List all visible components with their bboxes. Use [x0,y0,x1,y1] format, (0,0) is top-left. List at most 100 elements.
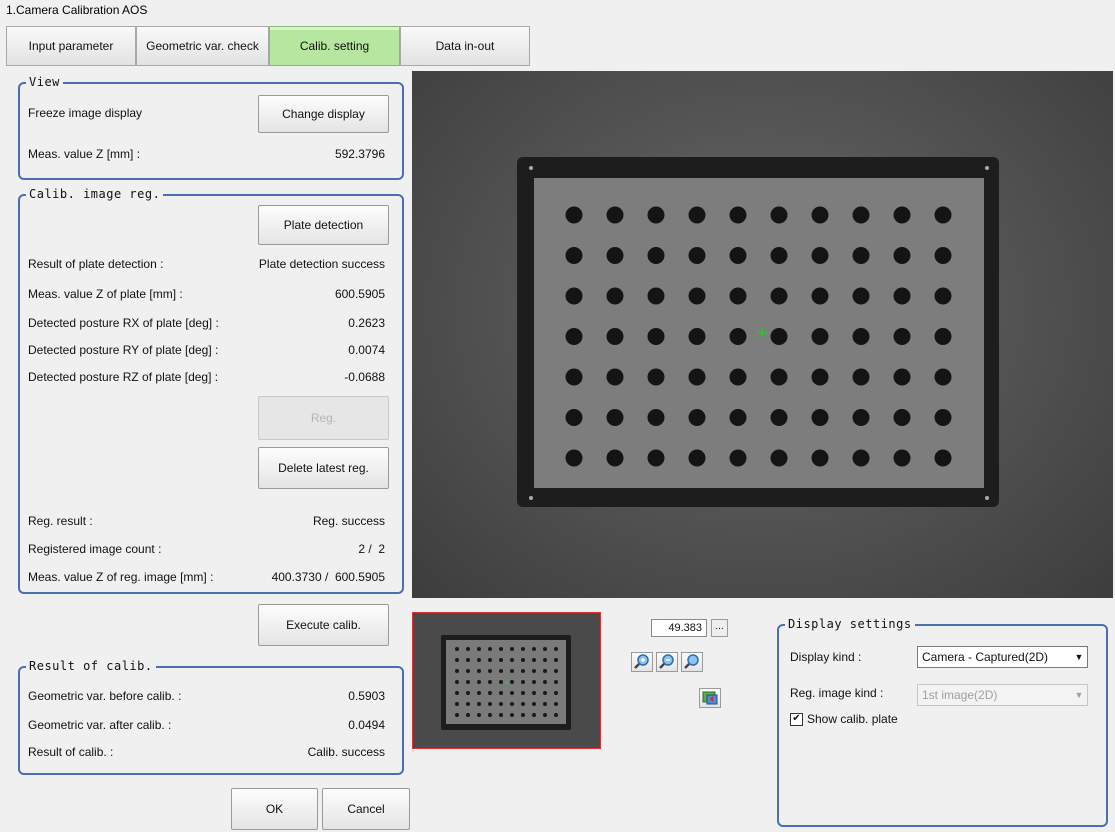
plate-dot [770,409,788,426]
posture-ry-label: Detected posture RY of plate [deg] : [28,343,219,357]
plate-dot [565,206,583,224]
thumbnail-dot [466,658,470,662]
zoom-in-button[interactable] [631,652,653,672]
plate-dot [647,409,665,426]
calib-result-label: Result of calib. : [28,745,114,759]
tab-input-parameter[interactable]: Input parameter [6,26,136,66]
thumbnail-dot [510,691,514,695]
plate-dot [852,409,870,426]
thumbnail-dot [532,647,536,651]
plate-dot [852,368,870,386]
thumbnail-preview[interactable] [412,612,601,749]
tab-calib-setting[interactable]: Calib. setting [269,26,400,66]
change-display-button[interactable]: Change display [258,95,389,133]
thumbnail-dot [455,702,459,706]
thumbnail-dot [532,658,536,662]
thumbnail-dot [477,691,481,695]
plate-dot [893,328,911,345]
plate-dot [729,247,747,264]
thumbnail-dot [499,669,503,673]
thumbnail-dot [499,680,503,684]
plate-detection-button[interactable]: Plate detection [258,205,389,245]
plate-dot [606,287,624,305]
show-calib-plate-label: Show calib. plate [807,712,898,726]
reg-image-z-label: Meas. value Z of reg. image [mm] : [28,570,214,584]
execute-calib-button[interactable]: Execute calib. [258,604,389,646]
calib-image-reg-title: Calib. image reg. [26,187,164,201]
geo-var-before-label: Geometric var. before calib. : [28,689,182,703]
geo-var-before-value: 0.5903 [348,689,385,703]
plate-dot [688,368,706,386]
delete-latest-reg-button[interactable]: Delete latest reg. [258,447,389,489]
posture-rz-value: -0.0688 [344,370,385,384]
plate-dot [770,287,788,305]
plate-dot [852,206,870,224]
calib-image-reg-group: Calib. image reg. [18,187,404,594]
thumbnail-dot [466,669,470,673]
plate-dot [688,247,706,264]
show-calib-plate-checkbox[interactable]: ✔ [790,713,803,726]
plate-dot [852,449,870,467]
tab-data-in-out[interactable]: Data in-out [400,26,530,66]
plate-dot [565,287,583,305]
thumbnail-dot [466,702,470,706]
plate-z-label: Meas. value Z of plate [mm] : [28,287,183,301]
geo-var-after-label: Geometric var. after calib. : [28,718,172,732]
display-kind-select[interactable]: Camera - Captured(2D) ▼ [917,646,1088,668]
ok-button[interactable]: OK [231,788,318,830]
registered-count-value: 2 / 2 [358,542,385,556]
zoom-out-button[interactable] [656,652,678,672]
zoom-fit-button[interactable] [681,652,703,672]
plate-dot [893,368,911,386]
thumbnail-dot [466,680,470,684]
reg-button[interactable]: Reg. [258,396,389,440]
freeze-image-label: Freeze image display [28,106,143,120]
zoom-value-field[interactable]: 49.383 [651,619,707,637]
plate-dot [770,247,788,264]
thumbnail-dot [455,669,459,673]
plate-dot [811,449,829,467]
tab-geometric-var-check[interactable]: Geometric var. check [136,26,269,66]
thumbnail-dot [488,691,492,695]
result-of-calib-title: Result of calib. [26,659,156,673]
plate-dot [565,328,583,345]
plate-dot [688,449,706,467]
thumbnail-dot [455,680,459,684]
plate-dot [647,449,665,467]
plate-detect-result-label: Result of plate detection : [28,257,164,271]
thumbnail-dot [466,647,470,651]
plate-dot [606,409,624,426]
chevron-down-icon: ▼ [1074,690,1084,700]
plate-dot [647,247,665,264]
thumbnail-dot [532,702,536,706]
plate-dot [565,409,583,426]
thumbnail-dot [499,713,503,717]
cancel-button[interactable]: Cancel [322,788,410,830]
posture-rx-label: Detected posture RX of plate [deg] : [28,316,219,330]
reg-result-value: Reg. success [312,514,385,528]
thumbnail-dot [477,702,481,706]
display-kind-label: Display kind : [790,650,862,664]
plate-dot [688,328,706,345]
thumbnail-dot [510,669,514,673]
plate-dot [934,206,952,224]
plate-dot [770,368,788,386]
thumbnail-dot [488,647,492,651]
zoom-out-icon [659,654,674,669]
plate-detect-result-value: Plate detection success [258,257,385,271]
plate-dot [811,368,829,386]
posture-ry-value: 0.0074 [348,343,385,357]
camera-image-view[interactable] [412,71,1113,598]
geo-var-after-value: 0.0494 [348,718,385,732]
plate-dot [565,368,583,386]
plate-dot [647,206,665,224]
thumbnail-dot [521,691,525,695]
thumbnail-dot [499,702,503,706]
thumbnail-dot [521,669,525,673]
image-switch-button[interactable] [699,688,721,708]
thumbnail-dot [521,702,525,706]
thumbnail-dot [510,647,514,651]
thumbnail-dot [510,713,514,717]
reg-image-kind-select[interactable]: 1st image(2D) ▼ [917,684,1088,706]
zoom-more-button[interactable]: ... [711,619,728,637]
